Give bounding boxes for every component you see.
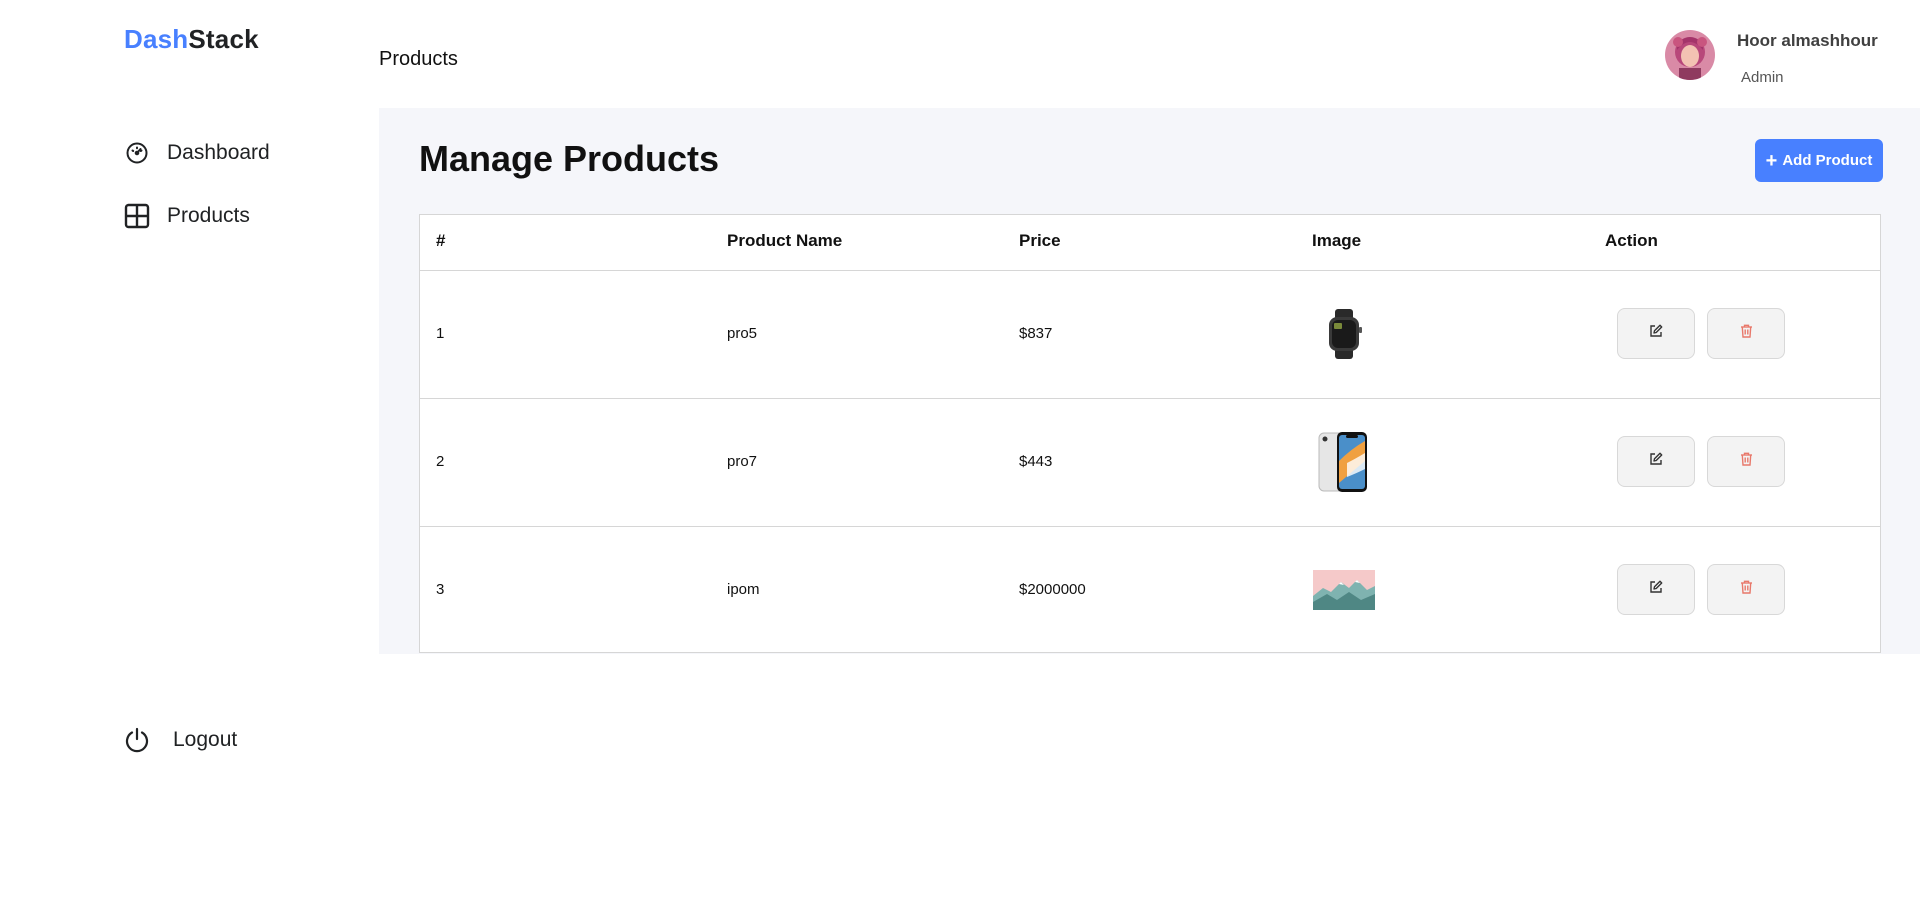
sidebar-item-label: Dashboard: [167, 141, 270, 164]
user-role: Admin: [1741, 69, 1784, 86]
product-price: $837: [1019, 325, 1053, 342]
add-product-label: Add Product: [1782, 152, 1873, 169]
breadcrumb-title: Products: [379, 48, 458, 70]
page-title: Manage Products: [419, 138, 720, 179]
edit-icon: [1649, 580, 1663, 599]
column-header: #: [436, 231, 446, 250]
table-row: 3 ipom $2000000: [420, 527, 1880, 654]
product-name: pro7: [727, 453, 758, 470]
product-price: $443: [1019, 453, 1053, 470]
avatar[interactable]: [1665, 30, 1715, 80]
table-row: 1 pro5 $837: [420, 271, 1880, 399]
table-row: 2 pro7 $443: [420, 399, 1880, 527]
row-id: 3: [436, 581, 445, 598]
edit-icon: [1649, 452, 1663, 471]
table-header: # Product Name Price Image Action: [420, 215, 1880, 271]
grid-icon: [124, 203, 150, 229]
main-content: Manage Products + Add Product # Product …: [379, 108, 1920, 654]
row-id: 2: [436, 453, 445, 470]
delete-button[interactable]: [1707, 564, 1785, 615]
edit-button[interactable]: [1617, 436, 1695, 487]
trash-icon: [1740, 452, 1753, 471]
sidebar-item-label: Products: [167, 204, 250, 227]
logout-label: Logout: [173, 728, 238, 751]
sidebar-item-products[interactable]: Products: [124, 203, 250, 229]
add-product-button[interactable]: + Add Product: [1755, 139, 1883, 182]
brand-part2: Stack: [188, 24, 259, 54]
brand-logo[interactable]: DashStack: [124, 24, 259, 55]
speedometer-icon: [124, 140, 150, 166]
product-price: $2000000: [1019, 581, 1086, 598]
sidebar: DashStack Dashboard Products Logout: [0, 0, 380, 922]
power-icon: [124, 727, 150, 753]
plus-icon: +: [1765, 149, 1778, 172]
sidebar-item-dashboard[interactable]: Dashboard: [124, 140, 270, 166]
column-header: Product Name: [727, 231, 843, 250]
smartphone-image: [1312, 427, 1376, 497]
products-table: # Product Name Price Image Action 1 pro5…: [419, 214, 1881, 653]
brand-part1: Dash: [124, 24, 189, 54]
mountain-landscape-image: [1312, 555, 1376, 625]
column-header: Price: [1019, 231, 1061, 250]
edit-icon: [1649, 324, 1663, 343]
column-header: Image: [1312, 231, 1362, 250]
column-header: Action: [1605, 231, 1658, 250]
delete-button[interactable]: [1707, 308, 1785, 359]
user-profile[interactable]: Hoor almashhour Admin: [1660, 26, 1920, 86]
smartwatch-image: [1312, 299, 1376, 369]
trash-icon: [1740, 580, 1753, 599]
edit-button[interactable]: [1617, 308, 1695, 359]
product-name: pro5: [727, 325, 758, 342]
user-name: Hoor almashhour: [1737, 31, 1878, 50]
row-id: 1: [436, 325, 445, 342]
edit-button[interactable]: [1617, 564, 1695, 615]
product-name: ipom: [727, 581, 760, 598]
delete-button[interactable]: [1707, 436, 1785, 487]
logout-button[interactable]: Logout: [124, 727, 237, 753]
trash-icon: [1740, 324, 1753, 343]
